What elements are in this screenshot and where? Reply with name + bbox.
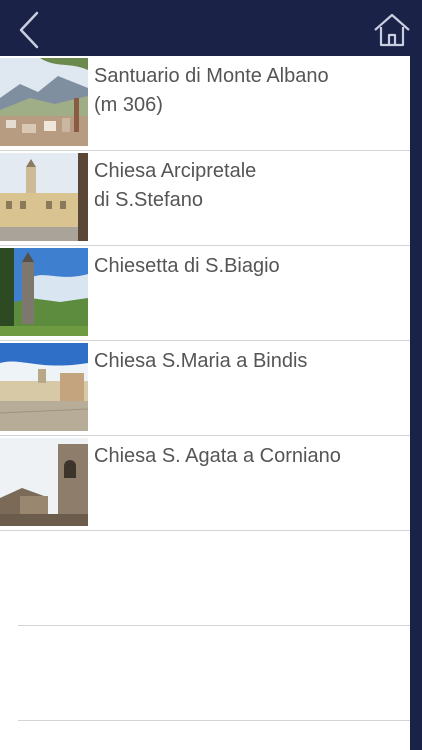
empty-list-row bbox=[18, 626, 410, 721]
back-button[interactable] bbox=[8, 8, 52, 52]
piazza-church-photo bbox=[0, 343, 88, 431]
home-button[interactable] bbox=[370, 8, 414, 52]
stone-tower-photo bbox=[0, 438, 88, 526]
list-item-title: Chiesa Arcipretale di S.Stefano bbox=[94, 160, 257, 211]
nav-bar bbox=[0, 0, 422, 56]
list-item-chiesa-s-maria-bindis[interactable]: Chiesa S.Maria a Bindis bbox=[0, 341, 410, 436]
list-item-title: Chiesa S.Maria a Bindis bbox=[94, 350, 308, 372]
list-item-santuario-monte-albano[interactable]: Santuario di Monte Albano (m 306) bbox=[0, 56, 410, 151]
list-item-chiesa-s-agata-corniano[interactable]: Chiesa S. Agata a Corniano bbox=[0, 436, 410, 531]
list-item-chiesetta-s-biagio[interactable]: Chiesetta di S.Biagio bbox=[0, 246, 410, 341]
home-icon bbox=[374, 13, 410, 47]
places-list[interactable]: Santuario di Monte Albano (m 306) Chiesa… bbox=[0, 56, 410, 750]
mountain-village-photo bbox=[0, 58, 88, 146]
chevron-left-icon bbox=[19, 11, 39, 49]
church-square-photo bbox=[0, 153, 88, 241]
list-item-title: Chiesetta di S.Biagio bbox=[94, 255, 280, 277]
list-item-title: Santuario di Monte Albano (m 306) bbox=[94, 65, 329, 116]
bell-tower-meadow-photo bbox=[0, 248, 88, 336]
list-item-title: Chiesa S. Agata a Corniano bbox=[94, 445, 341, 467]
empty-list-row bbox=[18, 531, 410, 626]
list-item-chiesa-s-stefano[interactable]: Chiesa Arcipretale di S.Stefano bbox=[0, 151, 410, 246]
